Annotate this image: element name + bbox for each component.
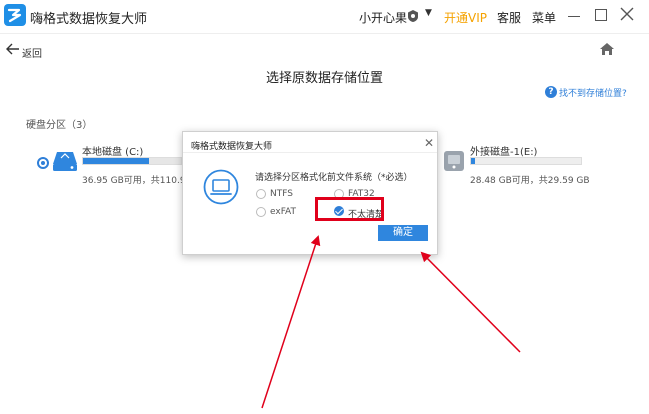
back-button[interactable]: 返回 xyxy=(22,45,42,60)
annotation-highlight-box xyxy=(315,197,384,221)
home-icon[interactable] xyxy=(599,42,615,56)
title-bar: 嗨格式数据恢复大师 小开心果 ▼ 开通VIP 客服 菜单 xyxy=(0,0,649,34)
dialog-close-icon[interactable]: ✕ xyxy=(424,137,434,149)
disk-c-name[interactable]: 本地磁盘 (C:) xyxy=(82,143,143,158)
disk-c-radio[interactable] xyxy=(37,157,49,169)
app-title: 嗨格式数据恢复大师 xyxy=(30,12,148,27)
annotation-arrow-left xyxy=(261,235,321,409)
vip-button[interactable]: 开通VIP xyxy=(444,9,487,26)
close-icon[interactable] xyxy=(619,6,635,22)
section-label: 硬盘分区（3） xyxy=(26,120,93,131)
dialog-title: 嗨格式数据恢复大师 xyxy=(191,142,273,152)
help-icon[interactable]: ? xyxy=(545,86,557,98)
app-logo-icon xyxy=(4,4,26,26)
annotation-arrow-right xyxy=(420,251,521,353)
option-ntfs-label[interactable]: NTFS xyxy=(270,189,293,199)
service-button[interactable]: 客服 xyxy=(497,9,521,26)
page-title: 选择原数据存储位置 xyxy=(265,71,383,86)
disk-e-usage-fill xyxy=(471,158,476,164)
help-link[interactable]: 找不到存储位置? xyxy=(559,86,627,99)
disk-c-usage-fill xyxy=(83,158,149,164)
chevron-down-icon[interactable]: ▼ xyxy=(425,8,432,18)
disk-c-usage-bar xyxy=(82,157,182,165)
external-disk-icon xyxy=(444,151,464,171)
dialog-question: 请选择分区格式化前文件系统（*必选） xyxy=(255,173,413,183)
user-name[interactable]: 小开心果 xyxy=(359,9,407,26)
computer-icon xyxy=(203,169,239,205)
minimize-icon[interactable] xyxy=(568,16,580,17)
user-avatar-icon[interactable] xyxy=(406,9,420,23)
back-arrow-icon[interactable] xyxy=(6,43,20,55)
filesystem-dialog: 嗨格式数据恢复大师 ✕ 请选择分区格式化前文件系统（*必选） NTFS FAT3… xyxy=(182,131,438,255)
disk-e-info: 28.48 GB可用，共29.59 GB xyxy=(470,176,590,186)
option-ntfs-radio[interactable] xyxy=(256,189,266,199)
hard-disk-icon xyxy=(53,152,77,171)
maximize-icon[interactable] xyxy=(595,9,607,21)
disk-e-name[interactable]: 外接磁盘-1(E:) xyxy=(470,143,537,158)
option-exfat-radio[interactable] xyxy=(256,207,266,217)
disk-e-usage-bar xyxy=(470,157,582,165)
menu-button[interactable]: 菜单 xyxy=(532,9,556,26)
dialog-divider xyxy=(183,152,437,153)
option-exfat-label[interactable]: exFAT xyxy=(270,207,296,217)
confirm-button[interactable]: 确定 xyxy=(378,225,428,241)
